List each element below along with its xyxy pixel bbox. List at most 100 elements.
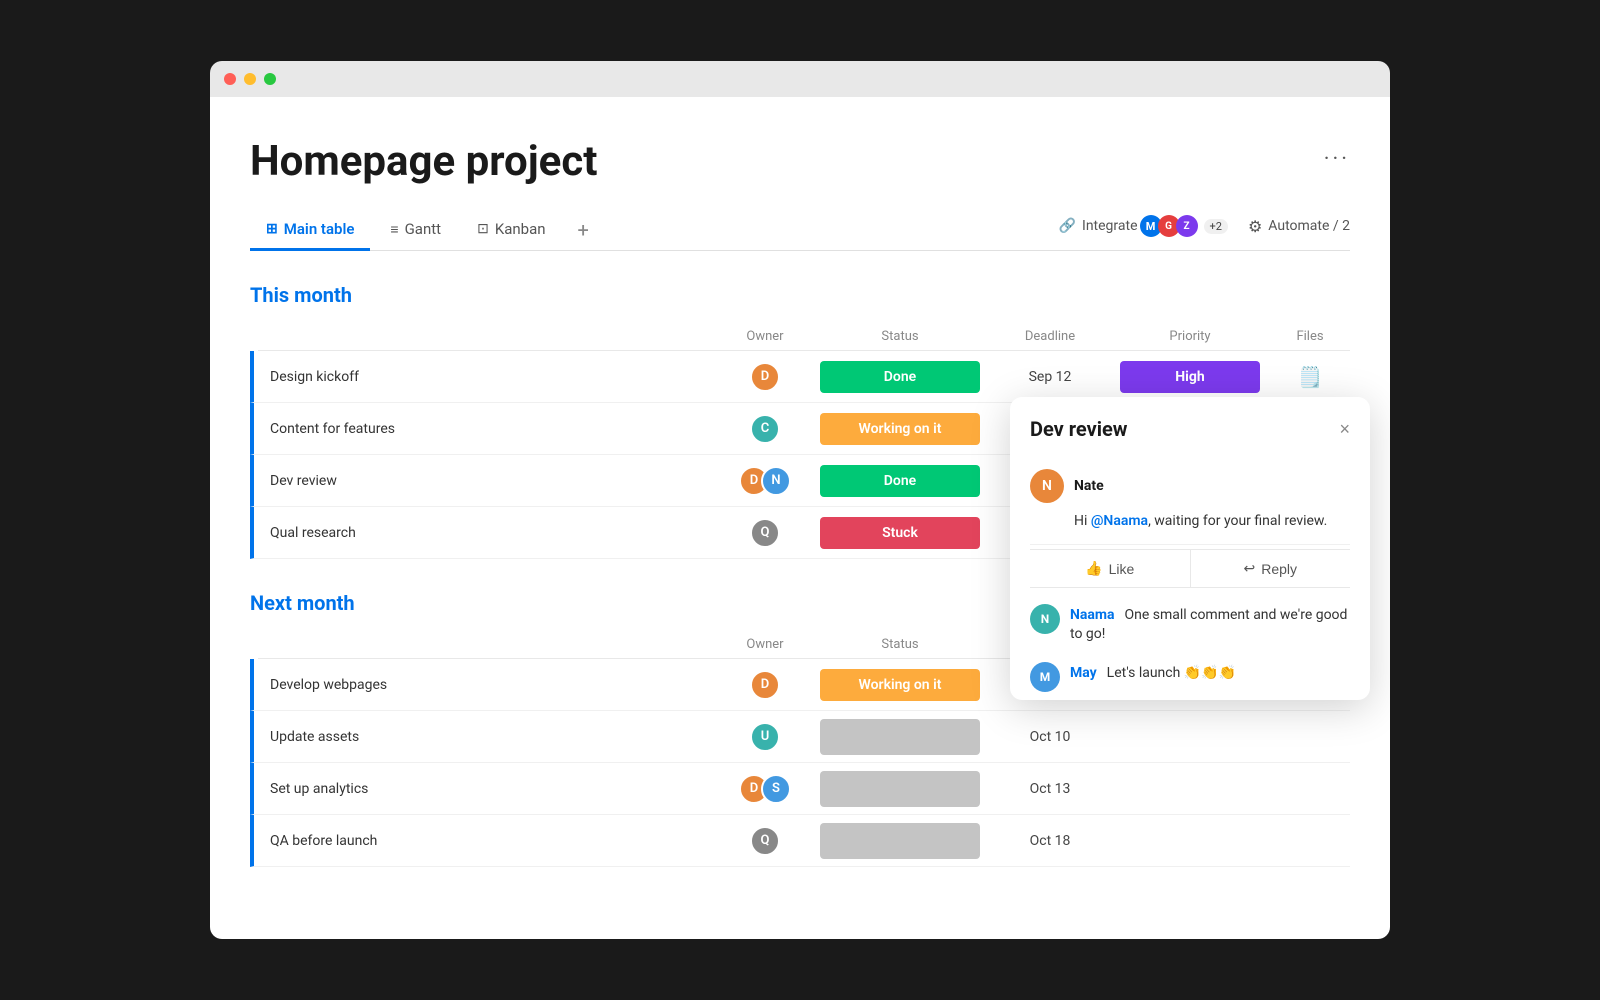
status-cell: Working on it: [810, 413, 990, 445]
comment-item: N Nate Hi @Naama, waiting for your final…: [1030, 453, 1350, 545]
comment-panel: Dev review × N Nate Hi @Naama, waiting f…: [1010, 397, 1370, 700]
status-badge: Stuck: [820, 517, 980, 549]
row-owner: D: [720, 362, 810, 392]
tab-main-table[interactable]: ⊞ Main table: [250, 210, 370, 251]
row-name: QA before launch: [258, 833, 720, 849]
table-row[interactable]: Design kickoff D Done Sep 12 High 🗒️: [250, 351, 1350, 403]
reply-author: May: [1070, 665, 1097, 681]
row-owner: D: [720, 670, 810, 700]
status-cell: Working on it: [810, 669, 990, 701]
status-badge: [820, 823, 980, 859]
reply-text-wrap: May Let's launch 👏👏👏: [1070, 662, 1350, 681]
avatar-group: D S: [739, 774, 791, 804]
maximize-dot[interactable]: [264, 73, 276, 85]
avatar-group: D N: [739, 466, 791, 496]
avatar: D: [750, 670, 780, 700]
comment-actions: 👍 Like ↩ Reply: [1030, 549, 1350, 588]
integrate-button[interactable]: 🔗 Integrate M G Z +2: [1059, 215, 1228, 237]
row-owner: U: [720, 722, 810, 752]
tabs-bar: ⊞ Main table ≡ Gantt ⊡ Kanban + 🔗 Integr…: [250, 210, 1350, 251]
deadline-cell: Oct 18: [990, 833, 1110, 849]
more-button[interactable]: ···: [1324, 147, 1350, 172]
tab-gantt[interactable]: ≡ Gantt: [374, 210, 457, 251]
titlebar: [210, 61, 1390, 97]
col-status: Status: [810, 329, 990, 344]
add-tab-button[interactable]: +: [566, 210, 601, 250]
comment-text: Hi @Naama, waiting for your final review…: [1074, 511, 1350, 532]
status-badge: Done: [820, 361, 980, 393]
reply-content: Let's launch 👏👏👏: [1107, 665, 1236, 681]
integrate-count: +2: [1204, 219, 1228, 234]
reply-comment: N Naama One small comment and we're good…: [1030, 592, 1350, 650]
row-owner: C: [720, 414, 810, 444]
avatar: N: [761, 466, 791, 496]
gantt-icon: ≡: [390, 221, 398, 238]
table-row[interactable]: Set up analytics D S Oct 13: [250, 763, 1350, 815]
deadline-cell: Oct 10: [990, 729, 1110, 745]
app-header: Homepage project ···: [250, 137, 1350, 186]
status-cell: [810, 823, 990, 859]
table-row[interactable]: Update assets U Oct 10: [250, 711, 1350, 763]
close-dot[interactable]: [224, 73, 236, 85]
automate-icon: ⚙: [1248, 217, 1262, 236]
status-cell: Done: [810, 465, 990, 497]
zoom-icon: Z: [1176, 215, 1198, 237]
avatar: Q: [750, 826, 780, 856]
app-container: Homepage project ··· ⊞ Main table ≡ Gant…: [210, 97, 1390, 939]
comment-user-row: N Nate: [1030, 469, 1350, 503]
integrate-icons: M G Z: [1144, 215, 1198, 237]
reply-comment: M May Let's launch 👏👏👏: [1030, 650, 1350, 700]
reply-author: Naama: [1070, 607, 1114, 623]
reply-text-wrap: Naama One small comment and we're good t…: [1070, 604, 1350, 642]
page-title: Homepage project: [250, 137, 597, 186]
reply-avatar: N: [1030, 604, 1060, 634]
row-name: Design kickoff: [258, 369, 720, 385]
tab-main-table-label: Main table: [284, 220, 355, 238]
col-name: [258, 637, 720, 652]
avatar: U: [750, 722, 780, 752]
status-badge: [820, 771, 980, 807]
status-cell: Done: [810, 361, 990, 393]
reply-label: Reply: [1261, 561, 1297, 577]
tab-gantt-label: Gantt: [405, 220, 441, 238]
tab-kanban[interactable]: ⊡ Kanban: [461, 210, 561, 251]
table-icon: ⊞: [266, 221, 278, 237]
comment-mention: @Naama: [1091, 513, 1148, 529]
minimize-dot[interactable]: [244, 73, 256, 85]
tabs-right: 🔗 Integrate M G Z +2 ⚙ Automate / 2: [1059, 215, 1350, 245]
row-name: Dev review: [258, 473, 720, 489]
priority-badge: High: [1120, 361, 1260, 393]
integrate-label: Integrate: [1082, 218, 1138, 234]
reply-icon: ↩: [1243, 560, 1255, 577]
files-cell: 🗒️: [1270, 365, 1350, 389]
avatar: S: [761, 774, 791, 804]
comment-text-after: , waiting for your final review.: [1148, 513, 1327, 529]
status-cell: Stuck: [810, 517, 990, 549]
table-row[interactable]: QA before launch Q Oct 18: [250, 815, 1350, 867]
like-button[interactable]: 👍 Like: [1030, 550, 1190, 587]
like-icon: 👍: [1085, 560, 1102, 577]
row-name: Develop webpages: [258, 677, 720, 693]
status-cell: [810, 719, 990, 755]
reply-button[interactable]: ↩ Reply: [1191, 550, 1351, 587]
col-status: Status: [810, 637, 990, 652]
this-month-header: Owner Status Deadline Priority Files: [258, 323, 1350, 351]
comment-panel-title: Dev review: [1030, 417, 1128, 441]
deadline-cell: Sep 12: [990, 369, 1110, 385]
tab-kanban-label: Kanban: [495, 220, 546, 238]
like-label: Like: [1109, 561, 1135, 577]
automate-button[interactable]: ⚙ Automate / 2: [1248, 217, 1350, 236]
close-button[interactable]: ×: [1339, 420, 1350, 438]
tabs-left: ⊞ Main table ≡ Gantt ⊡ Kanban +: [250, 210, 601, 250]
row-name: Content for features: [258, 421, 720, 437]
row-owner: Q: [720, 518, 810, 548]
comment-text-before: Hi: [1074, 513, 1091, 529]
reply-avatar: M: [1030, 662, 1060, 692]
col-priority: Priority: [1110, 329, 1270, 344]
col-name: [258, 329, 720, 344]
row-owner: Q: [720, 826, 810, 856]
status-cell: [810, 771, 990, 807]
col-owner: Owner: [720, 329, 810, 344]
comment-username: Nate: [1074, 478, 1104, 494]
avatar: C: [750, 414, 780, 444]
